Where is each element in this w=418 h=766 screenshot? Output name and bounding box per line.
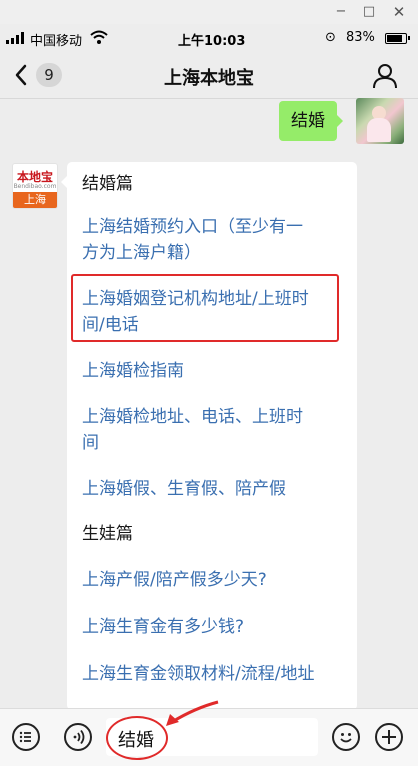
plus-icon[interactable] <box>375 723 403 751</box>
link-wedding-appointment[interactable]: 上海结婚预约入口（至少有一 方为上海户籍） <box>82 214 344 266</box>
link-maternity-leave-days[interactable]: 上海产假/陪产假多少天? <box>82 567 344 593</box>
carrier-label: 中国移动 <box>30 34 83 49</box>
bot-logo-subtext: Bendibao.com <box>13 183 57 190</box>
maximize-button[interactable]: □ <box>358 2 380 22</box>
annotation-arrow-icon <box>166 700 219 726</box>
window-titlebar: − □ ✕ <box>0 0 418 24</box>
section-heading-baby: 生娃篇 <box>82 524 133 544</box>
signal-icon <box>6 32 26 44</box>
link-maternity-allowance[interactable]: 上海生育金有多少钱? <box>82 614 344 640</box>
battery-icon <box>385 33 410 44</box>
my-message-bubble[interactable]: 结婚 <box>279 101 343 141</box>
emoji-icon[interactable] <box>332 723 360 751</box>
link-marriage-registry[interactable]: 上海婚姻登记机构地址/上班时 间/电话 <box>82 286 344 338</box>
link-allowance-materials[interactable]: 上海生育金领取材料/流程/地址 <box>82 661 344 687</box>
wifi-icon <box>90 30 108 44</box>
voice-icon[interactable] <box>64 723 92 751</box>
bot-avatar[interactable]: 本地宝 Bendibao.com 上海 <box>12 163 58 209</box>
chat-area: 结婚 本地宝 Bendibao.com 上海 结婚篇 上海结婚预约入口（至少有一… <box>0 98 418 710</box>
profile-icon[interactable] <box>372 63 398 89</box>
section-heading-wedding: 结婚篇 <box>82 174 133 194</box>
my-avatar[interactable] <box>356 98 404 144</box>
menu-list-icon[interactable] <box>12 723 40 751</box>
close-button[interactable]: ✕ <box>388 2 410 22</box>
link-premarital-check-guide[interactable]: 上海婚检指南 <box>82 358 344 384</box>
link-premarital-check-address[interactable]: 上海婚检地址、电话、上班时 间 <box>82 404 344 456</box>
status-time: 上午10:03 <box>178 34 246 49</box>
status-bar: 中国移动 上午10:03 ⊙ 83% <box>0 24 418 52</box>
chat-title: 上海本地宝 <box>164 68 254 89</box>
annotation-circle <box>106 716 168 760</box>
bot-logo-city: 上海 <box>13 192 57 208</box>
battery-percent: 83% <box>346 30 375 45</box>
bot-reply-bubble: 结婚篇 上海结婚预约入口（至少有一 方为上海户籍） 上海婚姻登记机构地址/上班时… <box>61 162 357 710</box>
chat-header: 9 上海本地宝 <box>0 52 418 99</box>
minimize-button[interactable]: − <box>330 2 352 22</box>
orientation-lock-icon: ⊙ <box>325 30 336 45</box>
link-leave-policies[interactable]: 上海婚假、生育假、陪产假 <box>82 476 344 502</box>
